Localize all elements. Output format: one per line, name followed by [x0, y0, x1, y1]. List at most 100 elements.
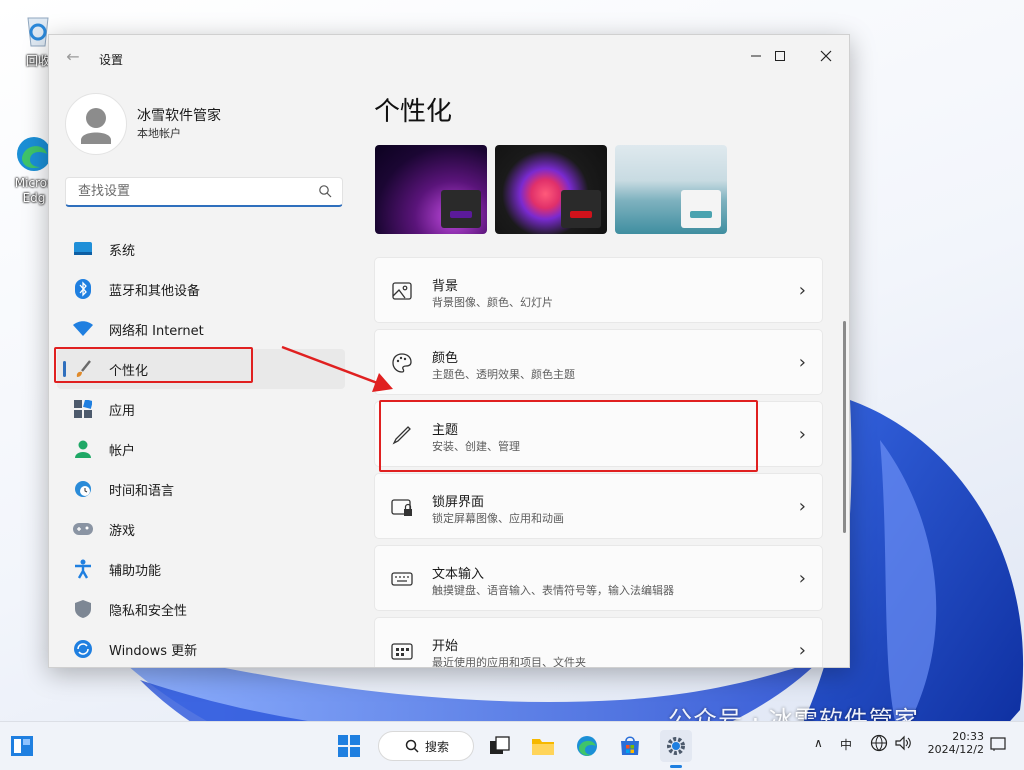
image-icon [392, 282, 412, 300]
wifi-icon [73, 319, 93, 339]
taskbar: 搜索 ∧ 中 20:33 2024/12/2 [0, 721, 1024, 770]
settings-taskbar-button[interactable] [660, 730, 692, 768]
chevron-right-icon: › [798, 280, 806, 301]
start-button[interactable] [333, 730, 365, 762]
clock-date: 2024/12/2 [927, 743, 984, 756]
file-explorer-button[interactable] [527, 730, 559, 762]
user-name: 冰雪软件管家 [137, 108, 221, 124]
sidebar-item-gaming[interactable]: 游戏 [57, 509, 345, 549]
card-background[interactable]: 背景 背景图像、颜色、幻灯片 › [374, 257, 823, 323]
sidebar-item-label: 时间和语言 [109, 483, 175, 499]
theme-swatch [441, 190, 481, 228]
card-title: 背景 [432, 279, 459, 294]
theme-preview-3[interactable] [615, 145, 727, 234]
network-icon[interactable] [870, 734, 888, 755]
chevron-right-icon: › [798, 352, 806, 373]
scrollbar[interactable] [843, 321, 846, 533]
search-icon[interactable] [318, 184, 332, 198]
window-title: 设置 [99, 53, 124, 67]
close-icon [820, 50, 832, 62]
clock-time: 20:33 [952, 730, 984, 743]
theme-swatch [561, 190, 601, 228]
card-start[interactable]: 开始 最近使用的应用和项目、文件夹 › [374, 617, 823, 667]
sidebar-item-network[interactable]: 网络和 Internet [57, 309, 345, 349]
system-clock[interactable]: 20:33 2024/12/2 [924, 730, 984, 756]
task-view-icon [490, 736, 510, 754]
gear-icon [667, 737, 685, 755]
search-input[interactable] [76, 183, 310, 200]
settings-search-box[interactable] [65, 177, 343, 207]
folder-icon [532, 739, 554, 755]
chevron-right-icon: › [798, 424, 806, 445]
card-subtitle: 背景图像、颜色、幻灯片 [432, 296, 553, 309]
sidebar-item-label: 蓝牙和其他设备 [109, 283, 201, 299]
card-colors[interactable]: 颜色 主题色、透明效果、颜色主题 › [374, 329, 823, 395]
sidebar-item-label: 网络和 Internet [109, 323, 204, 339]
sidebar-nav: 系统 蓝牙和其他设备 网络和 Internet 个性化 应用 帐户 时间和语言 [57, 229, 345, 667]
card-title: 颜色 [432, 351, 459, 366]
ime-indicator[interactable]: 中 [840, 736, 852, 753]
sidebar-item-label: 系统 [109, 243, 136, 259]
volume-icon[interactable] [894, 734, 912, 755]
running-indicator [670, 765, 682, 768]
chevron-right-icon: › [798, 496, 806, 517]
user-silhouette-icon [81, 108, 111, 144]
chevron-right-icon: › [798, 640, 806, 661]
taskbar-search-label: 搜索 [425, 739, 450, 754]
palette-icon [392, 353, 412, 373]
show-hidden-icons[interactable]: ∧ [814, 736, 823, 750]
bluetooth-icon [73, 279, 93, 299]
sidebar-item-label: 游戏 [109, 523, 136, 539]
sidebar-item-apps[interactable]: 应用 [57, 389, 345, 429]
card-text-input[interactable]: 文本输入 触摸键盘、语音输入、表情符号等，输入法编辑器 › [374, 545, 823, 611]
avatar[interactable] [65, 93, 127, 155]
card-title: 开始 [432, 639, 459, 654]
keyboard-icon [391, 572, 413, 586]
store-button[interactable] [614, 730, 646, 762]
card-subtitle: 触摸键盘、语音输入、表情符号等，输入法编辑器 [432, 584, 674, 597]
sidebar-item-label: 应用 [109, 403, 136, 419]
sidebar-item-privacy[interactable]: 隐私和安全性 [57, 589, 345, 629]
sidebar-item-label: 帐户 [109, 443, 136, 459]
sidebar-item-accessibility[interactable]: 辅助功能 [57, 549, 345, 589]
sidebar-item-accounts[interactable]: 帐户 [57, 429, 345, 469]
account-type: 本地帐户 [137, 127, 181, 140]
update-icon [73, 639, 93, 659]
sidebar-item-windows-update[interactable]: Windows 更新 [57, 629, 345, 667]
highlight-box-themes [379, 400, 758, 472]
theme-previews [375, 145, 727, 234]
accessibility-icon [73, 559, 93, 579]
task-view-button[interactable] [484, 730, 516, 762]
edge-button[interactable] [571, 730, 603, 762]
title-bar: ← 设置 [49, 35, 849, 81]
windows-logo-icon [338, 735, 360, 757]
start-icon [391, 643, 413, 660]
notification-icon[interactable] [990, 736, 1006, 755]
sidebar-item-bluetooth[interactable]: 蓝牙和其他设备 [57, 269, 345, 309]
sidebar-item-time-language[interactable]: 时间和语言 [57, 469, 345, 509]
search-icon [405, 739, 419, 753]
close-button[interactable] [803, 41, 849, 71]
apps-icon [73, 399, 93, 419]
page-title: 个性化 [374, 97, 453, 127]
sidebar-item-system[interactable]: 系统 [57, 229, 345, 269]
edge-icon [577, 736, 597, 756]
gamepad-icon [73, 519, 93, 539]
theme-swatch [681, 190, 721, 228]
system-icon [73, 239, 93, 259]
card-title: 锁屏界面 [432, 495, 485, 510]
maximize-icon [775, 51, 785, 61]
chevron-right-icon: › [798, 568, 806, 589]
maximize-button[interactable] [757, 41, 803, 71]
store-icon [621, 736, 639, 755]
card-title: 文本输入 [432, 567, 485, 582]
taskbar-search[interactable]: 搜索 [378, 731, 474, 761]
widgets-button[interactable] [6, 730, 38, 762]
settings-window: ← 设置 冰雪软件管家 本地帐户 系统 [48, 34, 850, 668]
back-arrow-icon[interactable]: ← [63, 47, 83, 67]
theme-preview-2[interactable] [495, 145, 607, 234]
card-lock-screen[interactable]: 锁屏界面 锁定屏幕图像、应用和动画 › [374, 473, 823, 539]
theme-preview-1[interactable] [375, 145, 487, 234]
sidebar-item-label: Windows 更新 [109, 643, 198, 659]
card-subtitle: 锁定屏幕图像、应用和动画 [432, 512, 564, 525]
